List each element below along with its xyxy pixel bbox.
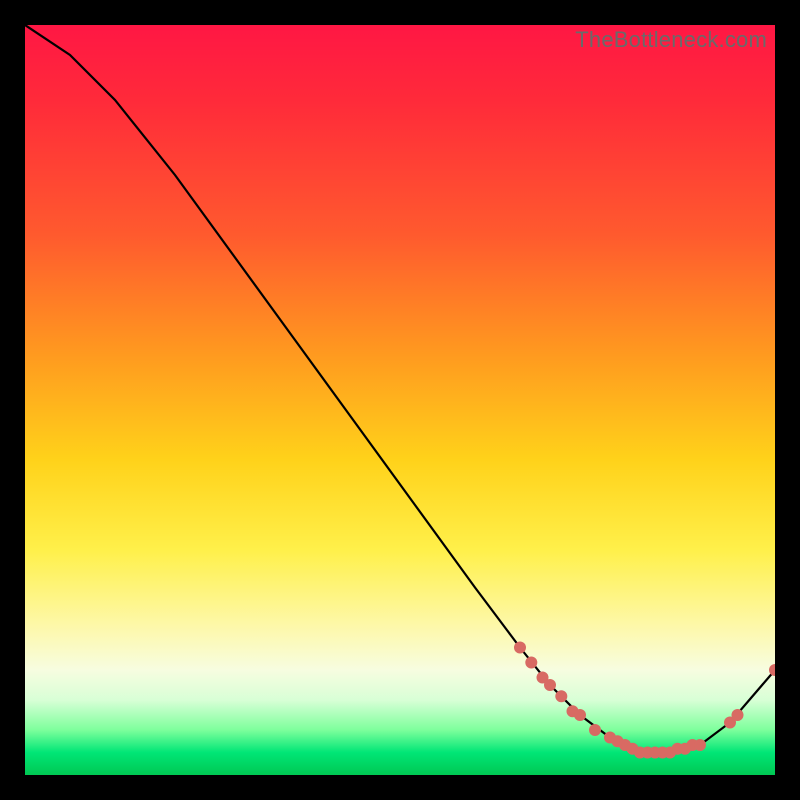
- data-point-marker: [544, 679, 556, 691]
- data-point-marker: [525, 657, 537, 669]
- data-point-marker: [555, 690, 567, 702]
- curve-line: [25, 25, 775, 753]
- bottleneck-curve: [25, 25, 775, 775]
- curve-markers: [514, 642, 775, 759]
- data-point-marker: [732, 709, 744, 721]
- data-point-marker: [589, 724, 601, 736]
- data-point-marker: [514, 642, 526, 654]
- plot-area: TheBottleneck.com: [25, 25, 775, 775]
- chart-frame: TheBottleneck.com: [0, 0, 800, 800]
- data-point-marker: [769, 664, 775, 676]
- data-point-marker: [694, 739, 706, 751]
- data-point-marker: [574, 709, 586, 721]
